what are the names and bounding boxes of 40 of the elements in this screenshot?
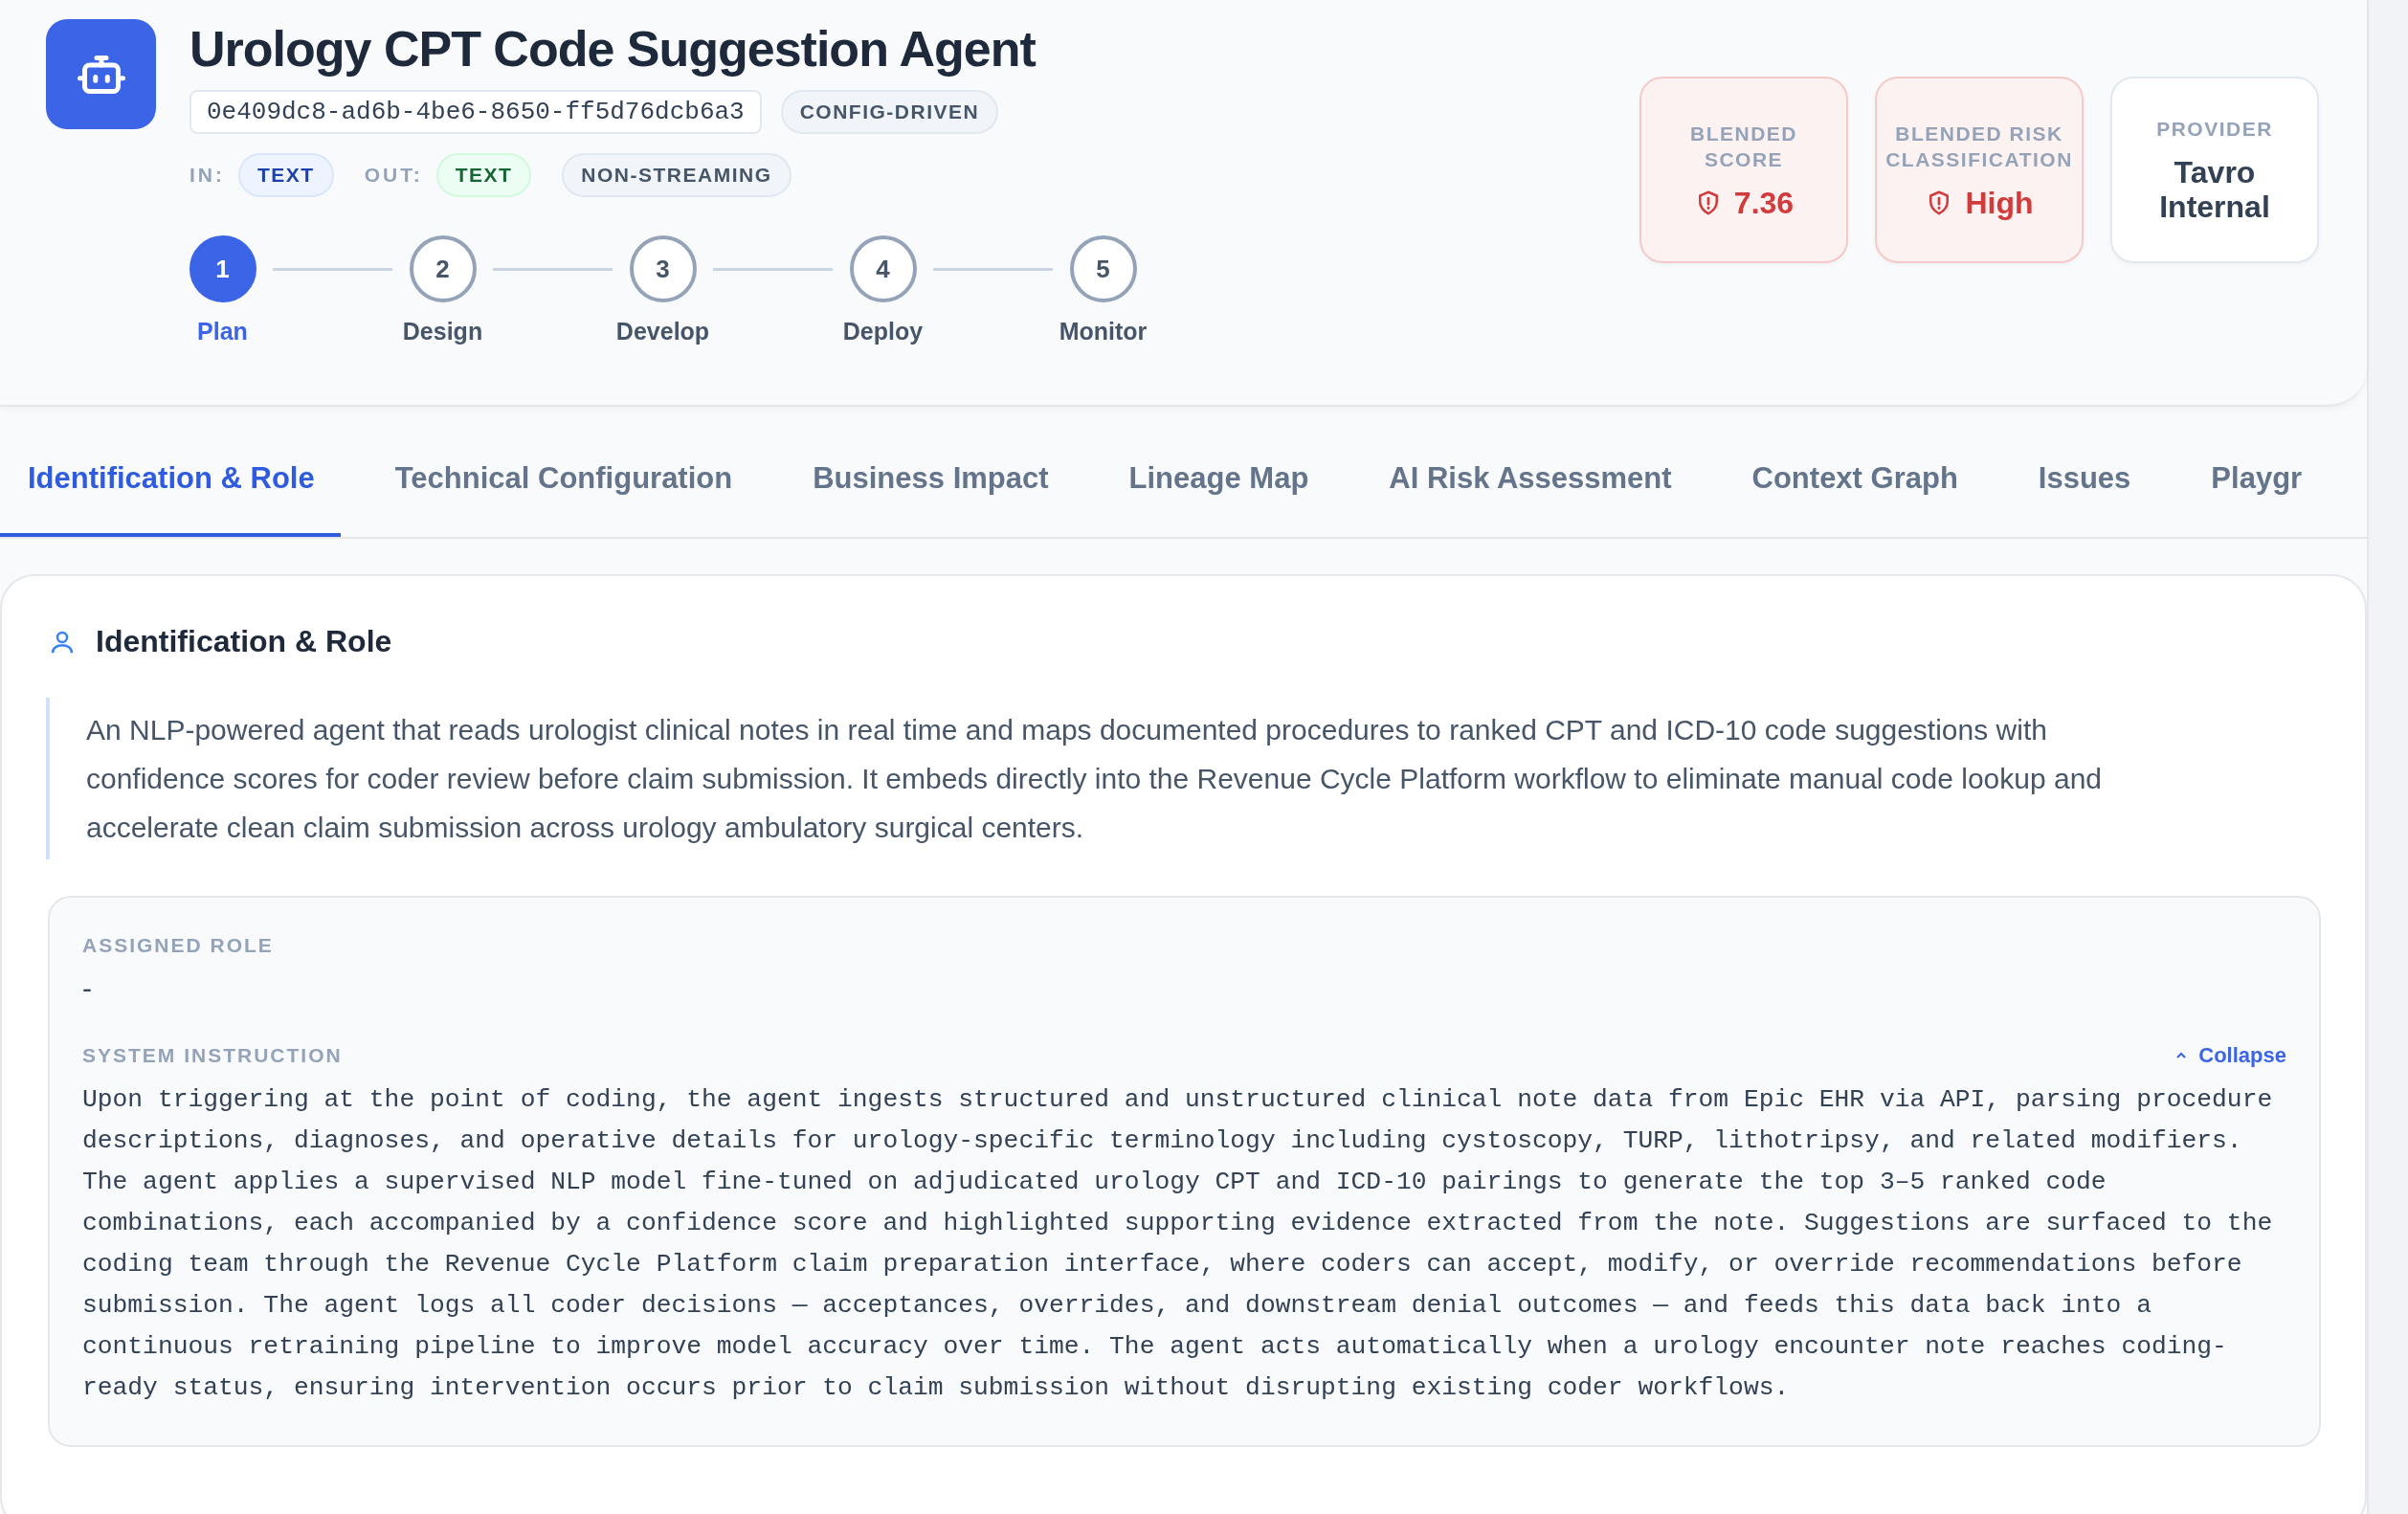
stat-value: High bbox=[1965, 185, 2034, 220]
stat-value: Tavro Internal bbox=[2158, 155, 2271, 224]
io-label: OUT: bbox=[364, 164, 423, 187]
robot-icon bbox=[46, 19, 156, 129]
tab[interactable]: Identification & Role bbox=[0, 443, 341, 537]
stat-label: BLENDED RISK CLASSIFICATION bbox=[1884, 121, 2074, 172]
field-value: - bbox=[82, 972, 93, 1005]
io-badge: TEXT bbox=[238, 153, 334, 197]
agent-description: An NLP-powered agent that reads urologist clinical notes in real time and maps documented procedures to ranked CPT and ICD-10 code suggestions with confidence scores for coder review before claim submission. It embeds directly into the Revenue Cycle Platform workflow to eliminate manual code lookup and accelerate clean claim submission across urology ambulatory surgical centers. bbox=[46, 698, 2317, 859]
section-title: Identification & Role bbox=[96, 624, 392, 659]
step-number[interactable]: 5 bbox=[1069, 235, 1137, 302]
step-label: Design bbox=[402, 318, 483, 345]
tab[interactable]: Playgr bbox=[2185, 443, 2329, 537]
step-label: Deploy bbox=[842, 318, 924, 345]
stat-label: BLENDED SCORE bbox=[1689, 121, 1798, 172]
agent-title: Urology CPT Code Suggestion Agent bbox=[190, 20, 1037, 78]
tab[interactable]: Issues bbox=[2012, 443, 2157, 537]
tab[interactable]: Context Graph bbox=[1726, 443, 1984, 537]
step-label: Plan bbox=[197, 318, 248, 345]
tab[interactable]: AI Risk Assessment bbox=[1363, 443, 1698, 537]
mode-badge: CONFIG-DRIVEN bbox=[780, 90, 999, 134]
tab[interactable]: Business Impact bbox=[787, 443, 1075, 537]
system-instruction-text: Upon triggering at the point of coding, the agent ingests structured and unstructured clinical note data from Epic EHR via API, parsing procedure descriptions, diagnoses, and operative details for urology-specific terminology including cystoscopy, TURP, lithotripsy, and related modifiers. The agent applies a supervised NLP model fine-tuned on adjudicated urology CPT and ICD-10 pairings to generate the top 3–5 ranked code combinations, each accompanied by a confidence score and highlighted supporting evidence extracted from the note. Suggestions are surfaced to the coding team through the Revenue Cycle Platform claim preparation interface, where coders can accept, modify, or override recommendations before submission. The agent logs all coder decisions — acceptances, overrides, and downstream denial outcomes — and feeds this data back into a continuous retraining pipeline to improve model accuracy over time. The agent acts automatically when a urology encounter note reaches coding-ready status, ensuring intervention occurs prior to claim submission without disrupting existing coder workflows. bbox=[82, 1084, 2274, 1404]
step-number[interactable]: 1 bbox=[189, 235, 256, 302]
io-badge: TEXT bbox=[435, 153, 532, 197]
agent-id: 0e409dc8-ad6b-4be6-8650-ff5d76dcb6a3 bbox=[190, 90, 762, 134]
stat-label: PROVIDER bbox=[2155, 117, 2274, 142]
step-label: Monitor bbox=[1059, 318, 1148, 345]
step-number[interactable]: 3 bbox=[629, 235, 697, 302]
collapse-button[interactable]: Collapse bbox=[2174, 1043, 2286, 1068]
step-number[interactable]: 4 bbox=[849, 235, 917, 302]
stat-value: 7.36 bbox=[1733, 185, 1795, 220]
step-number[interactable]: 2 bbox=[409, 235, 477, 302]
io-label: IN: bbox=[190, 164, 225, 187]
tab[interactable]: Technical Configuration bbox=[368, 443, 759, 537]
step-label: Develop bbox=[615, 318, 710, 345]
field-label: ASSIGNED ROLE bbox=[82, 934, 275, 957]
tab[interactable]: Lineage Map bbox=[1103, 443, 1335, 537]
field-label: SYSTEM INSTRUCTION bbox=[82, 1044, 343, 1067]
streaming-badge: NON-STREAMING bbox=[562, 153, 792, 197]
